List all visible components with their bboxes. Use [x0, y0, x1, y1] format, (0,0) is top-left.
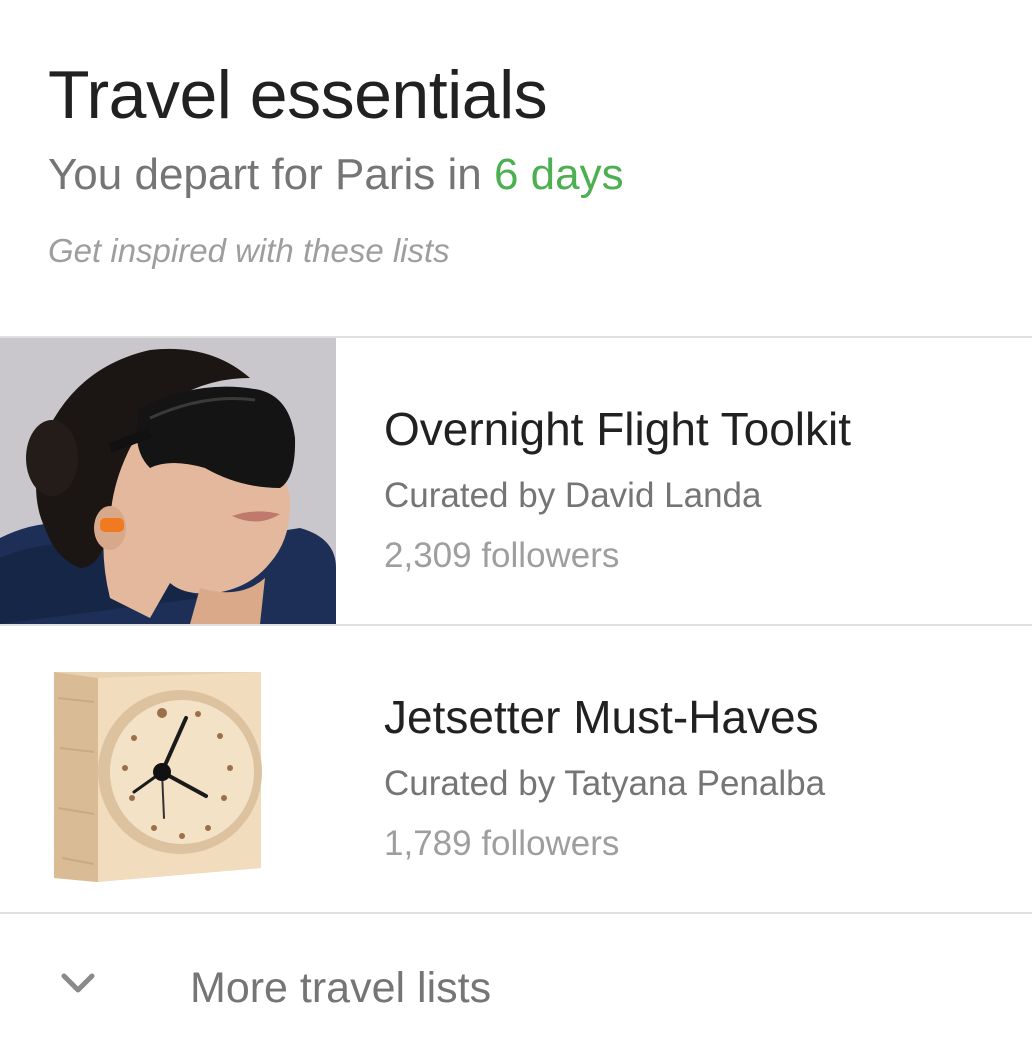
travel-essentials-card: Travel essentials You depart for Paris i… — [0, 0, 1032, 1056]
list-followers: 1,789 followers — [384, 824, 619, 864]
followers-label: followers — [481, 824, 620, 863]
subtitle-text: You depart for Paris in — [48, 150, 494, 199]
list-curator: Curated by Tatyana Penalba — [384, 764, 826, 803]
list-curator: Curated by David Landa — [384, 476, 762, 515]
list-title: Overnight Flight Toolkit — [384, 403, 852, 455]
more-travel-lists-label: More travel lists — [190, 964, 492, 1012]
wooden-clock-photo — [46, 668, 266, 890]
list-title: Jetsetter Must-Haves — [384, 691, 819, 743]
card-hint: Get inspired with these lists — [48, 232, 450, 269]
card-title: Travel essentials — [48, 57, 548, 133]
followers-count: 2,309 — [384, 536, 472, 575]
card-subtitle: You depart for Paris in 6 days — [48, 150, 624, 200]
list-item-overnight-flight-toolkit[interactable]: Overnight Flight Toolkit Curated by Davi… — [0, 338, 1032, 624]
more-travel-lists-button[interactable]: More travel lists — [0, 914, 1032, 1056]
chevron-down-icon — [58, 964, 98, 1004]
followers-label: followers — [481, 536, 620, 575]
list-item-jetsetter-must-haves[interactable]: Jetsetter Must-Haves Curated by Tatyana … — [0, 626, 1032, 912]
list-followers: 2,309 followers — [384, 536, 619, 576]
days-remaining: 6 days — [493, 150, 624, 199]
sleeping-mask-photo — [0, 338, 336, 624]
followers-count: 1,789 — [384, 824, 472, 863]
